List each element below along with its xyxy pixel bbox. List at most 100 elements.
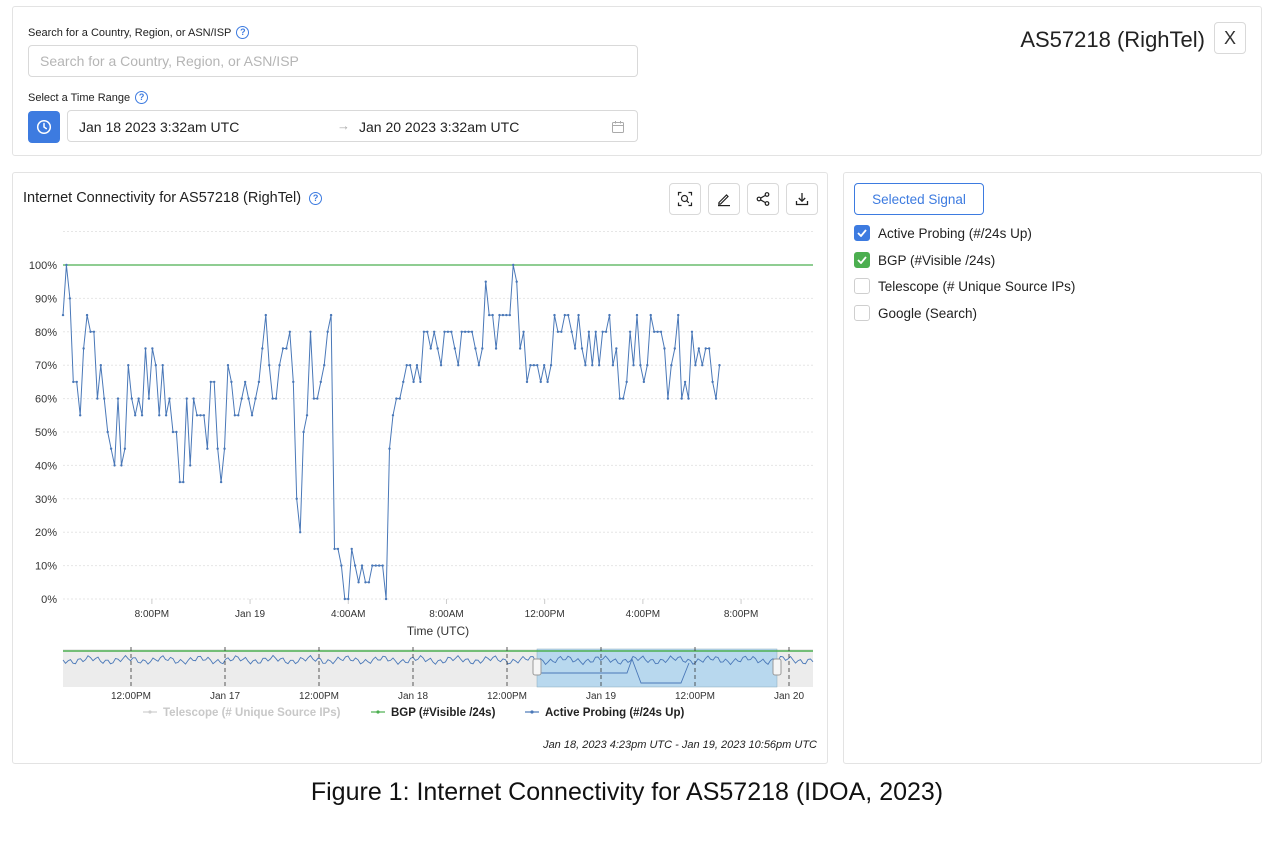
active-probing-point xyxy=(450,330,453,333)
legend-item-label[interactable]: BGP (#Visible /24s) xyxy=(391,707,496,719)
active-probing-point xyxy=(529,364,532,367)
selected-signal-button[interactable]: Selected Signal xyxy=(854,183,984,215)
x-tick-label: 4:00AM xyxy=(331,609,365,620)
active-probing-point xyxy=(683,380,687,384)
calendar-icon xyxy=(612,121,624,133)
close-button[interactable]: X xyxy=(1214,22,1246,54)
range-arrow-icon: → xyxy=(337,118,350,133)
active-probing-point xyxy=(75,380,78,384)
active-probing-point xyxy=(350,547,353,551)
help-icon[interactable]: ? xyxy=(236,26,250,39)
signal-google[interactable]: Google (Search) xyxy=(854,305,977,321)
active-probing-point xyxy=(89,330,92,333)
x-tick-label: 8:00PM xyxy=(135,609,169,620)
range-start-date[interactable]: Jan 18 2023 3:32am UTC xyxy=(79,119,239,135)
date-range-picker[interactable]: Jan 18 2023 3:32am UTC → Jan 20 2023 3:3… xyxy=(67,110,638,142)
active-probing-point xyxy=(553,313,556,317)
active-probing-point xyxy=(587,330,591,333)
y-tick-label: 90% xyxy=(35,293,57,305)
active-probing-point xyxy=(426,330,429,333)
active-probing-point xyxy=(604,330,608,333)
legend-item-label[interactable]: Telescope (# Unique Source IPs) xyxy=(163,707,341,719)
active-probing-point xyxy=(498,313,501,317)
active-probing-point xyxy=(663,347,666,350)
signal-telescope[interactable]: Telescope (# Unique Source IPs) xyxy=(854,278,1075,294)
y-tick-label: 50% xyxy=(35,427,57,439)
search-input[interactable] xyxy=(28,45,638,77)
active-probing-point xyxy=(123,447,127,450)
legend-item-label[interactable]: Active Probing (#/24s Up) xyxy=(545,707,684,719)
zoom-button[interactable] xyxy=(669,183,701,215)
active-probing-point xyxy=(233,414,237,417)
checkbox-unchecked-icon[interactable] xyxy=(854,305,870,321)
active-probing-point xyxy=(353,564,357,567)
active-probing-point xyxy=(422,330,426,333)
navigator-tick-label: Jan 18 xyxy=(398,691,428,702)
active-probing-point xyxy=(264,313,267,317)
checkbox-checked-icon[interactable] xyxy=(854,225,870,241)
active-probing-point xyxy=(453,347,457,350)
search-label: Search for a Country, Region, or ASN/ISP… xyxy=(28,26,250,39)
chart-panel: 0% 10% 20% 30% 40% 50% 60% 70% 80% 90% 100% 8:00PM J… xyxy=(12,172,828,764)
active-probing-point xyxy=(158,414,161,417)
active-probing-point xyxy=(216,447,219,450)
active-probing-point xyxy=(508,313,512,317)
share-icon xyxy=(756,192,770,206)
active-probing-point xyxy=(364,581,367,584)
active-probing-point xyxy=(670,364,673,367)
chart-title-text: Internet Connectivity for AS57218 (RighT… xyxy=(23,190,302,206)
active-probing-point xyxy=(133,414,137,417)
active-probing-point xyxy=(82,347,85,350)
active-probing-point xyxy=(151,347,154,350)
active-probing-point xyxy=(415,364,419,367)
active-probing-point xyxy=(625,380,628,384)
active-probing-point xyxy=(429,347,432,350)
edit-button[interactable] xyxy=(708,183,740,215)
active-probing-point xyxy=(594,330,597,333)
active-probing-point xyxy=(649,313,652,317)
figure-caption: Figure 1: Internet Connectivity for AS57… xyxy=(310,778,944,806)
active-probing-point xyxy=(491,313,494,317)
x-tick-label: Jan 19 xyxy=(235,609,265,620)
legend-swatch-dot xyxy=(376,710,380,714)
help-icon[interactable]: ? xyxy=(135,91,149,104)
active-probing-point xyxy=(419,380,422,384)
active-probing-point xyxy=(560,330,563,333)
active-probing-point xyxy=(357,581,360,584)
signal-bgp[interactable]: BGP (#Visible /24s) xyxy=(854,252,995,268)
time-navigator[interactable]: 12:00PM Jan 17 12:00PM Jan 18 12:00PM Jan 19 1… xyxy=(62,647,814,702)
active-probing-point xyxy=(463,330,467,333)
checkbox-checked-icon[interactable] xyxy=(854,252,870,268)
active-probing-point xyxy=(718,364,721,367)
active-probing-point xyxy=(512,263,515,267)
x-tick-label: 4:00PM xyxy=(626,609,660,620)
share-button[interactable] xyxy=(747,183,779,215)
active-probing-point xyxy=(567,313,570,317)
active-probing-point xyxy=(615,347,618,350)
y-tick-label: 20% xyxy=(35,527,57,539)
active-probing-point xyxy=(378,564,381,567)
connectivity-chart[interactable]: 0% 10% 20% 30% 40% 50% 60% 70% 80% 90% 100% 8:00PM J… xyxy=(13,173,829,765)
active-probing-point xyxy=(632,364,635,367)
active-probing-point xyxy=(285,347,288,350)
active-probing-point xyxy=(298,531,302,534)
download-button[interactable] xyxy=(786,183,818,215)
active-probing-point xyxy=(711,380,714,384)
legend-swatch-dot xyxy=(530,710,534,714)
active-probing-point xyxy=(61,313,65,317)
active-probing-point xyxy=(525,380,529,384)
signal-active-probing[interactable]: Active Probing (#/24s Up) xyxy=(854,225,1032,241)
active-probing-point xyxy=(484,280,487,283)
time-preset-button[interactable] xyxy=(28,111,60,143)
range-end-date[interactable]: Jan 20 2023 3:32am UTC xyxy=(359,119,519,135)
active-probing-point xyxy=(608,313,611,317)
checkbox-unchecked-icon[interactable] xyxy=(854,278,870,294)
active-probing-point xyxy=(261,347,264,350)
navigator-handle[interactable] xyxy=(532,658,542,676)
close-icon: X xyxy=(1223,27,1236,48)
active-probing-point xyxy=(439,364,443,367)
help-icon[interactable]: ? xyxy=(309,191,323,205)
navigator-handle[interactable] xyxy=(772,658,782,676)
active-probing-point xyxy=(323,364,326,367)
navigator-tick-label: Jan 19 xyxy=(586,691,616,702)
